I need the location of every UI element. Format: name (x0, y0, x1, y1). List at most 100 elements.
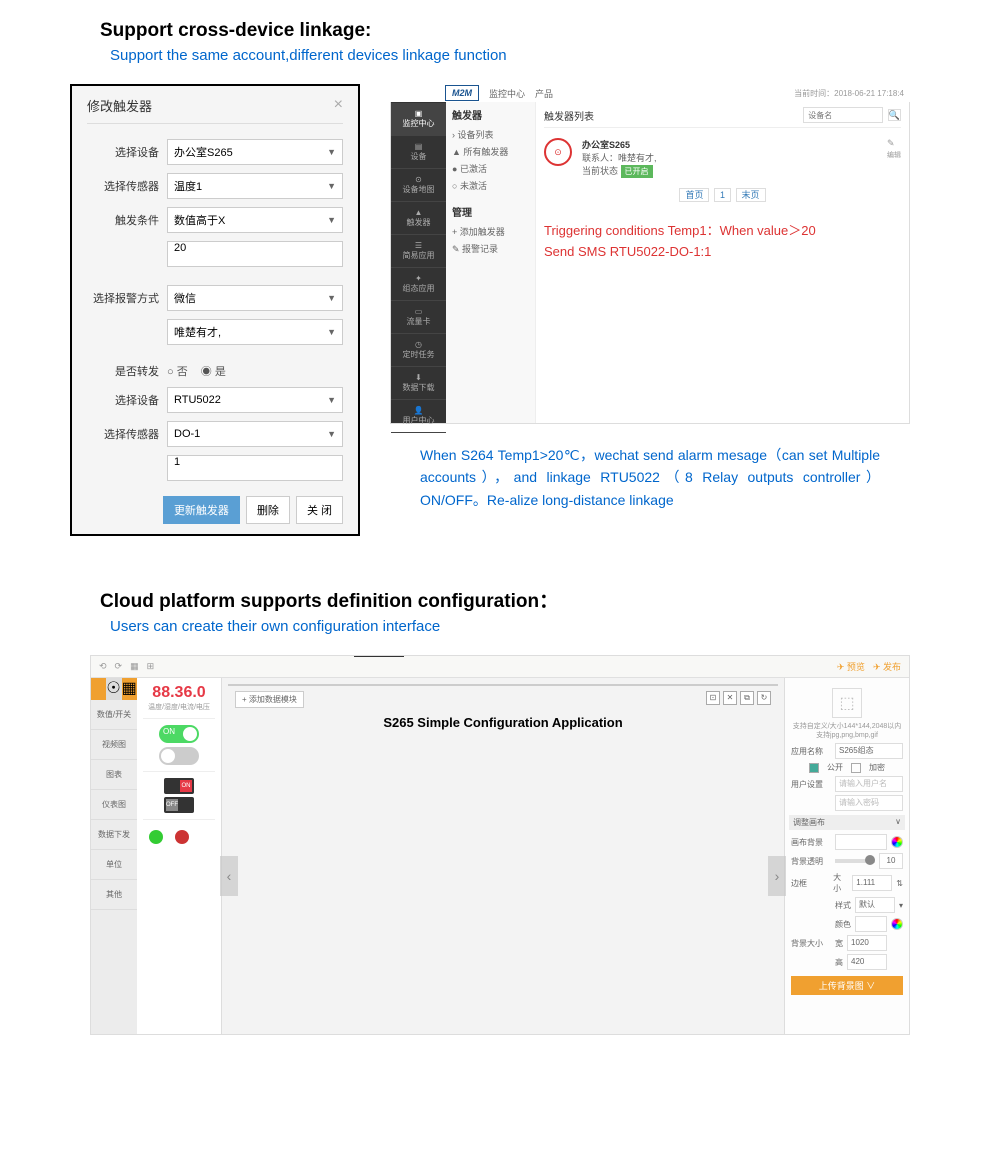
sidebar-item-config[interactable]: ✦组态应用 (391, 268, 446, 301)
toolbox-light-green[interactable] (149, 830, 163, 844)
search-input[interactable] (803, 107, 883, 123)
height-input[interactable]: 420 (847, 954, 887, 970)
select-device-dropdown[interactable]: 办公室S265▼ (167, 139, 343, 165)
toolbar-icon[interactable]: ⊞ (147, 661, 155, 672)
pager-first[interactable]: 首页 (679, 188, 709, 202)
device-contact: 联系人：唯楚有才, (582, 151, 657, 164)
m2m-sidebar: ▣监控中心 ▤设备 ⊙设备地图 ▲触发器 ☰简易应用 ✦组态应用 ▭流量卡 ◷定… (391, 85, 446, 423)
trigger-condition-dropdown[interactable]: 数值高于X▼ (167, 207, 343, 233)
tab-gauge[interactable]: 仪表图 (91, 790, 137, 820)
collapse-icon[interactable]: ∨ (895, 817, 901, 828)
submenu-alarm-log[interactable]: ✎ 报警记录 (452, 240, 529, 257)
tab-data-send[interactable]: 数据下发 (91, 820, 137, 850)
color-picker-icon[interactable] (891, 918, 903, 930)
fwd-sensor-dropdown[interactable]: DO-1▼ (167, 421, 343, 447)
sidebar-item-device[interactable]: ▤设备 (391, 136, 446, 169)
forward-yes-radio[interactable]: ◉ 是 (201, 366, 226, 378)
canvas-next-arrow[interactable]: › (768, 856, 786, 896)
preview-button[interactable]: ✈ 预览 (837, 660, 865, 673)
bg-color-input[interactable] (835, 834, 887, 850)
canvas-section-label: 调整画布 (793, 817, 825, 828)
border-style-select[interactable]: 默认 (855, 897, 895, 913)
canvas-settings-icon[interactable]: ⊡ (706, 691, 720, 705)
close-icon[interactable]: × (334, 96, 343, 115)
toolbox-switch-on[interactable]: ON (164, 778, 194, 794)
forward-no-radio[interactable]: ○ 否 (167, 366, 188, 378)
upload-bg-button[interactable]: 上传背景图 ∨ (791, 976, 903, 995)
tab-value-switch[interactable]: 数值/开关 (91, 700, 137, 730)
sidebar-item-user[interactable]: 👤用户中心 (391, 400, 446, 433)
submenu-title-trigger: 触发器 (452, 107, 529, 122)
close-button[interactable]: 关 闭 (296, 496, 343, 524)
config-canvas[interactable]: + 添加数据模块 ⊡ ✕ ⧉ ↻ S265 Simple Configurati… (228, 684, 778, 686)
width-input[interactable]: 1020 (847, 935, 887, 951)
threshold-input[interactable]: 20 (167, 241, 343, 267)
edit-icon[interactable]: ✎编辑 (887, 138, 901, 160)
public-checkbox[interactable] (809, 763, 819, 773)
nav-product[interactable]: 产品 (535, 87, 553, 100)
config-toolbar: ⟲ ⟳ ▦ ⊞ ✈ 预览 ✈ 发布 (91, 656, 909, 678)
sidebar-item-download[interactable]: ⬇数据下载 (391, 367, 446, 400)
pager-last[interactable]: 末页 (736, 188, 766, 202)
fwd-device-dropdown[interactable]: RTU5022▼ (167, 387, 343, 413)
factory-humi-value: 27 (354, 655, 404, 657)
encrypt-checkbox[interactable] (851, 763, 861, 773)
sidebar-item-sim[interactable]: ▭流量卡 (391, 301, 446, 334)
alarm-method-label: 选择报警方式 (87, 290, 167, 306)
submenu-activated[interactable]: ● 已激活 (452, 160, 529, 177)
nav-monitor[interactable]: 监控中心 (489, 87, 525, 100)
fwd-sensor-label: 选择传感器 (87, 426, 167, 442)
section1-subtitle: Support the same account,different devic… (110, 47, 1000, 64)
publish-button[interactable]: ✈ 发布 (873, 660, 901, 673)
toolbar-icon[interactable]: ⟳ (115, 661, 123, 672)
tab-other[interactable]: 其他 (91, 880, 137, 910)
toolbox-temp-display[interactable]: 88.36.0 (143, 684, 215, 702)
pager-page[interactable]: 1 (714, 188, 731, 202)
delete-button[interactable]: 删除 (246, 496, 290, 524)
password-input[interactable]: 请输入密码 (835, 795, 903, 811)
submenu-inactive[interactable]: ○ 未激活 (452, 177, 529, 194)
app-icon-placeholder[interactable]: ⬚ (832, 688, 862, 718)
canvas-copy-icon[interactable]: ⧉ (740, 691, 754, 705)
linkage-description: When S264 Temp1>20℃，wechat send alarm me… (390, 444, 910, 511)
toolbox-toggle-off[interactable] (159, 747, 199, 765)
toolbar-icon[interactable]: ⟲ (99, 661, 107, 672)
submenu-all-triggers[interactable]: ▲ 所有触发器 (452, 143, 529, 160)
tab-unit[interactable]: 单位 (91, 850, 137, 880)
tab-video[interactable]: 视频图 (91, 730, 137, 760)
opacity-slider[interactable] (835, 859, 875, 863)
update-trigger-button[interactable]: 更新触发器 (163, 496, 240, 524)
search-icon[interactable]: 🔍 (888, 109, 901, 121)
fwd-value-input[interactable]: 1 (167, 455, 343, 481)
tab-chart[interactable]: 图表 (91, 760, 137, 790)
color-picker-icon[interactable] (891, 836, 903, 848)
trigger-card[interactable]: ⊙ 办公室S265 联系人：唯楚有才, 当前状态 已开启 ✎编辑 (544, 138, 901, 178)
app-name-input[interactable]: S265组态 (835, 743, 903, 759)
select-device-label: 选择设备 (87, 144, 167, 160)
canvas-refresh-icon[interactable]: ↻ (757, 691, 771, 705)
submenu-device-list[interactable]: › 设备列表 (452, 126, 529, 143)
sidebar-item-timer[interactable]: ◷定时任务 (391, 334, 446, 367)
canvas-prev-arrow[interactable]: ‹ (220, 856, 238, 896)
sidebar-item-monitor[interactable]: ▣监控中心 (391, 103, 446, 136)
canvas-delete-icon[interactable]: ✕ (723, 691, 737, 705)
sidebar-item-simple[interactable]: ☰简易应用 (391, 235, 446, 268)
sidebar-item-map[interactable]: ⊙设备地图 (391, 169, 446, 202)
submenu-add-trigger[interactable]: + 添加触发器 (452, 223, 529, 240)
toolbox-toggle-on[interactable]: ON (159, 725, 199, 743)
alarm-target-dropdown[interactable]: 唯楚有才,▼ (167, 319, 343, 345)
toolbox-light-red[interactable] (175, 830, 189, 844)
opacity-value[interactable]: 10 (879, 853, 903, 869)
select-sensor-dropdown[interactable]: 温度1▼ (167, 173, 343, 199)
border-size-input[interactable]: 1.111 (852, 875, 892, 891)
config-category-tabs: ☉▦ 数值/开关 视频图 图表 仪表图 数据下发 单位 其他 (91, 678, 137, 1034)
toolbox-switch-off[interactable]: OFF (164, 797, 194, 813)
border-color-input[interactable] (855, 916, 887, 932)
add-module-button[interactable]: + 添加数据模块 (235, 691, 304, 708)
username-input[interactable]: 请输入用户名 (835, 776, 903, 792)
toolbar-icon[interactable]: ▦ (130, 661, 139, 672)
alarm-method-dropdown[interactable]: 微信▼ (167, 285, 343, 311)
trigger-list-title: 触发器列表 (544, 108, 594, 123)
config-properties-panel: ⬚ 支持自定义/大小144*144,2048以内支持jpg,png,bmp,gi… (784, 678, 909, 1034)
sidebar-item-trigger[interactable]: ▲触发器 (391, 202, 446, 235)
